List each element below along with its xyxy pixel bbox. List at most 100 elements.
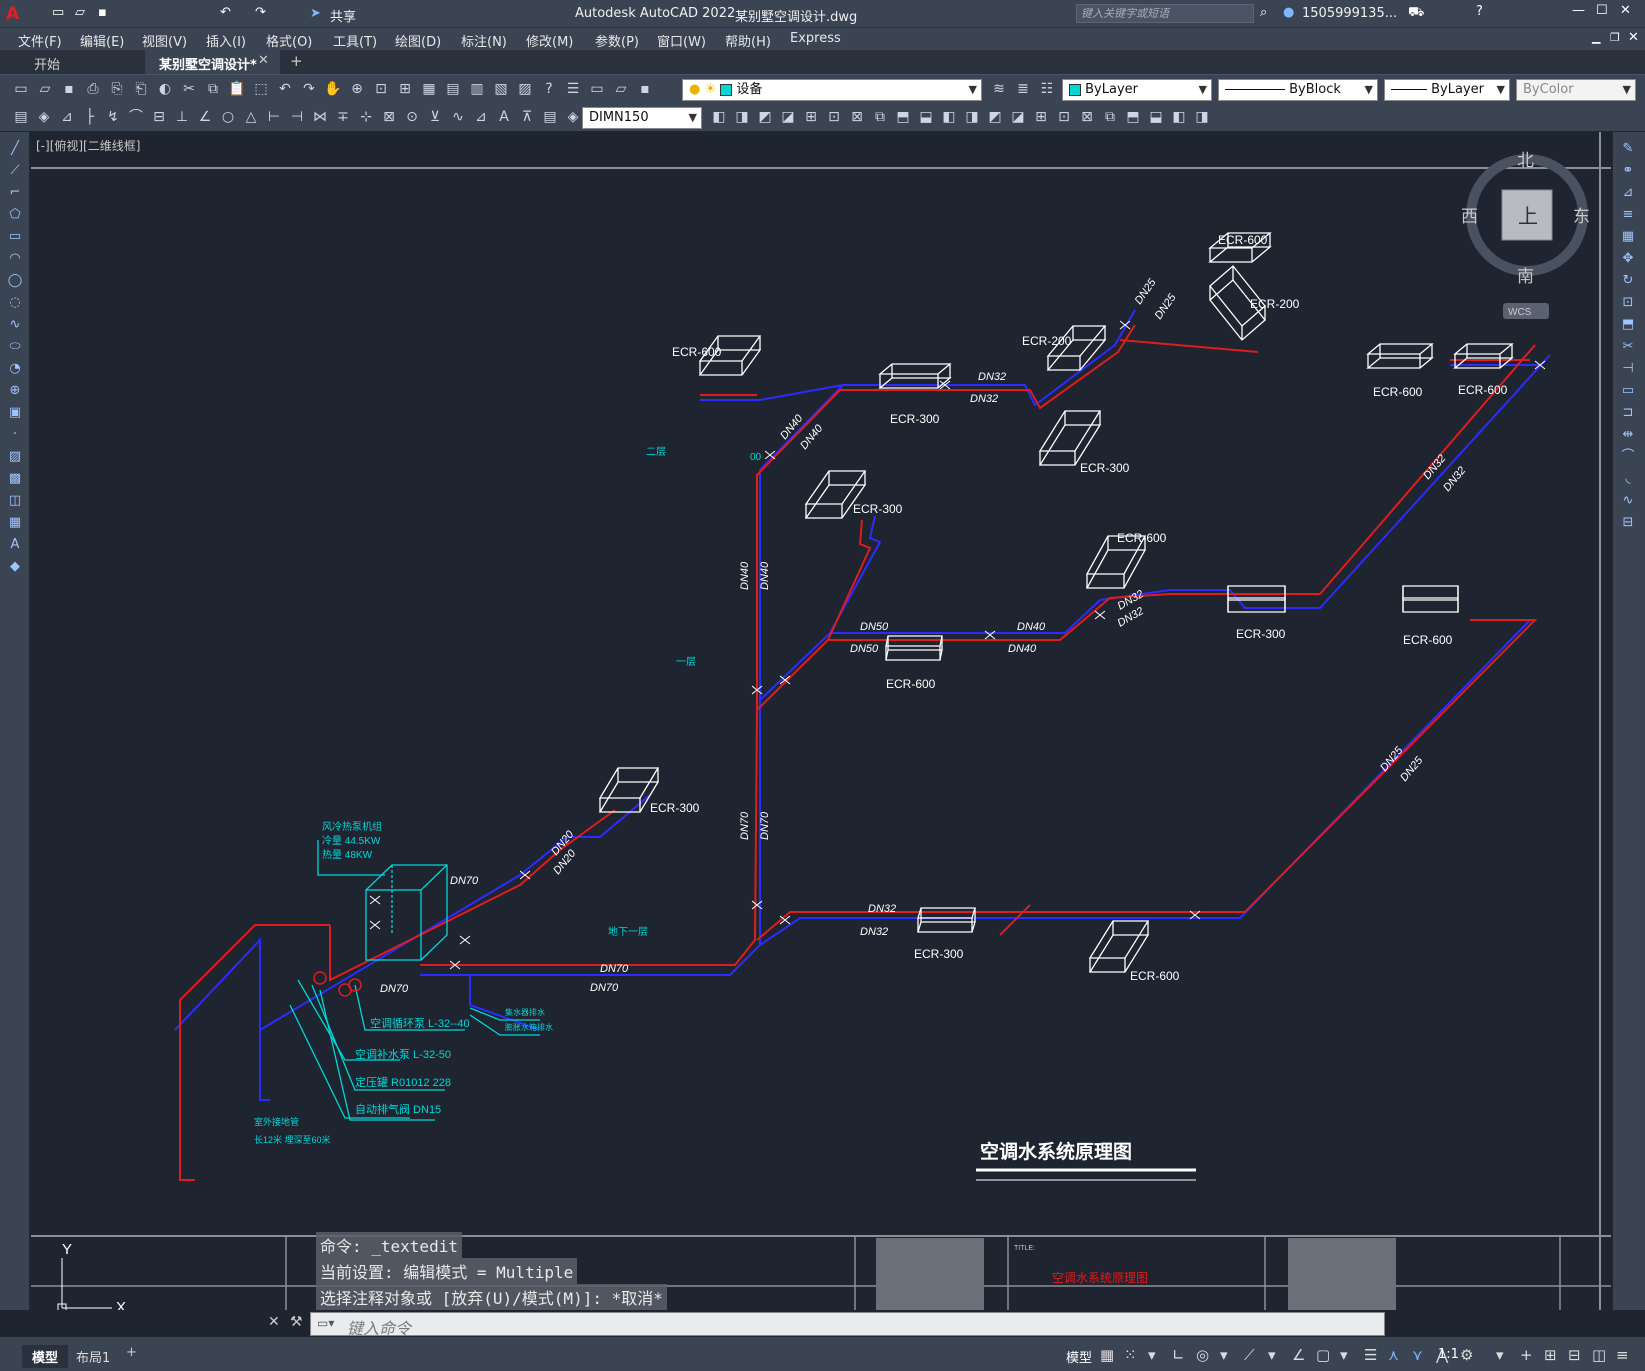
new-tab-button[interactable]: + [290, 52, 303, 70]
status-toggle-16-icon[interactable]: ▾ [1496, 1346, 1504, 1364]
linetype-dropdown[interactable]: ByBlock ▼ [1218, 79, 1378, 101]
menu-help[interactable]: 帮助(H) [725, 31, 771, 50]
draw-tool-16-icon[interactable]: ◫ [6, 492, 24, 510]
status-toggle-3-icon[interactable]: ∟ [1172, 1346, 1185, 1364]
menu-format[interactable]: 格式(O) [266, 31, 312, 50]
toolbar2b-21-icon[interactable]: ◨ [1193, 108, 1211, 126]
menu-draw[interactable]: 绘图(D) [395, 31, 441, 50]
draw-tool-6-icon[interactable]: ◯ [6, 272, 24, 290]
toolbar2b-18-icon[interactable]: ⬒ [1124, 108, 1142, 126]
tab-start[interactable]: 开始 [20, 50, 74, 74]
modify-tool-4-icon[interactable]: ▦ [1619, 228, 1637, 246]
modify-tool-3-icon[interactable]: ≡ [1619, 206, 1637, 224]
status-toggle-5-icon[interactable]: ▾ [1220, 1346, 1228, 1364]
modify-tool-16-icon[interactable]: ∿ [1619, 492, 1637, 510]
toolbar2-7-icon[interactable]: ⊥ [173, 108, 191, 126]
help-icon[interactable]: ? [1476, 4, 1483, 19]
tab-close-icon[interactable]: ✕ [258, 53, 269, 68]
toolbar1-4-icon[interactable]: ⎘ [108, 80, 126, 98]
toolbar2b-0-icon[interactable]: ◧ [710, 108, 728, 126]
modify-tool-7-icon[interactable]: ⊡ [1619, 294, 1637, 312]
status-toggle-15-icon[interactable]: ⚙ [1460, 1346, 1473, 1364]
draw-tool-13-icon[interactable]: · [6, 426, 24, 444]
doc-minimize-button[interactable]: ▁ [1592, 31, 1600, 44]
share-icon[interactable]: ➤ [310, 6, 321, 21]
toolbar1b-1-icon[interactable]: ≣ [1014, 80, 1032, 98]
viewcube-west[interactable]: 西 [1461, 207, 1478, 226]
modify-tool-10-icon[interactable]: ⊣ [1619, 360, 1637, 378]
command-prompt-icon[interactable]: ▭▾ [317, 1316, 334, 1330]
status-toggle-2-icon[interactable]: ▾ [1148, 1346, 1156, 1364]
menu-file[interactable]: 文件(F) [18, 31, 62, 50]
toolbar2-9-icon[interactable]: ○ [219, 108, 237, 126]
toolbar2b-1-icon[interactable]: ◨ [733, 108, 751, 126]
toolbar2-4-icon[interactable]: ↯ [104, 108, 122, 126]
toolbar2-23-icon[interactable]: ▤ [541, 108, 559, 126]
toolbar2b-9-icon[interactable]: ⬓ [917, 108, 935, 126]
tab-layout1[interactable]: 布局1 [66, 1345, 120, 1368]
toolbar1-23-icon[interactable]: ☰ [564, 80, 582, 98]
toolbar1-16-icon[interactable]: ⊞ [396, 80, 414, 98]
dimstyle-dropdown[interactable]: DIMN150 ▼ [582, 107, 702, 129]
plotstyle-dropdown[interactable]: ByColor ▼ [1516, 79, 1636, 101]
annotation-scale[interactable]: 1:1 [1438, 1347, 1459, 1362]
draw-tool-12-icon[interactable]: ▣ [6, 404, 24, 422]
toolbar2-1-icon[interactable]: ◈ [35, 108, 53, 126]
viewcube-north[interactable]: 北 [1517, 151, 1534, 170]
toolbar2-14-icon[interactable]: ∓ [334, 108, 352, 126]
search-box[interactable]: 键入关键字或短语 [1076, 4, 1254, 23]
toolbar2b-14-icon[interactable]: ⊞ [1032, 108, 1050, 126]
status-toggle-4-icon[interactable]: ◎ [1196, 1346, 1209, 1364]
color-dropdown[interactable]: ByLayer ▼ [1062, 79, 1212, 101]
toolbar1-17-icon[interactable]: ▦ [420, 80, 438, 98]
modify-tool-6-icon[interactable]: ↻ [1619, 272, 1637, 290]
toolbar1b-0-icon[interactable]: ≋ [990, 80, 1008, 98]
viewcube-east[interactable]: 东 [1573, 207, 1590, 226]
toolbar1-11-icon[interactable]: ↶ [276, 80, 294, 98]
status-toggle-17-icon[interactable]: + [1520, 1346, 1533, 1364]
status-toggle-13-icon[interactable]: ⋎ [1412, 1346, 1423, 1364]
toolbar2-2-icon[interactable]: ⊿ [58, 108, 76, 126]
menu-dimension[interactable]: 标注(N) [461, 31, 507, 50]
toolbar2-12-icon[interactable]: ⊣ [288, 108, 306, 126]
toolbar1-5-icon[interactable]: ⎗ [132, 80, 150, 98]
draw-tool-11-icon[interactable]: ⊕ [6, 382, 24, 400]
modify-tool-12-icon[interactable]: ⊐ [1619, 404, 1637, 422]
modify-tool-5-icon[interactable]: ✥ [1619, 250, 1637, 268]
toolbar1-21-icon[interactable]: ▨ [516, 80, 534, 98]
menu-view[interactable]: 视图(V) [142, 31, 187, 50]
toolbar1-18-icon[interactable]: ▤ [444, 80, 462, 98]
status-toggle-0-icon[interactable]: ▦ [1100, 1346, 1114, 1364]
toolbar2b-7-icon[interactable]: ⧉ [871, 108, 889, 126]
draw-tool-3-icon[interactable]: ⬠ [6, 206, 24, 224]
draw-tool-8-icon[interactable]: ∿ [6, 316, 24, 334]
menu-insert[interactable]: 插入(I) [206, 31, 246, 50]
search-icon[interactable]: ⌕ [1260, 5, 1267, 20]
toolbar2b-4-icon[interactable]: ⊞ [802, 108, 820, 126]
draw-tool-1-icon[interactable]: ⟋ [6, 162, 24, 180]
toolbar2b-2-icon[interactable]: ◩ [756, 108, 774, 126]
model-space-button[interactable]: 模型 [1066, 1347, 1092, 1366]
draw-tool-10-icon[interactable]: ◔ [6, 360, 24, 378]
draw-tool-9-icon[interactable]: ⬭ [6, 338, 24, 356]
toolbar1-19-icon[interactable]: ▥ [468, 80, 486, 98]
viewport-controls[interactable]: [-][俯视][二维线框] [36, 137, 140, 154]
toolbar1-12-icon[interactable]: ↷ [300, 80, 318, 98]
toolbar1-10-icon[interactable]: ⬚ [252, 80, 270, 98]
toolbar2-18-icon[interactable]: ⊻ [426, 108, 444, 126]
toolbar2-24-icon[interactable]: ◈ [564, 108, 582, 126]
toolbar1-7-icon[interactable]: ✂ [180, 80, 198, 98]
modify-tool-15-icon[interactable]: ◟ [1619, 470, 1637, 488]
lineweight-dropdown[interactable]: ByLayer ▼ [1384, 79, 1510, 101]
menu-window[interactable]: 窗口(W) [657, 31, 706, 50]
user-name[interactable]: 1505999135... [1302, 6, 1397, 21]
toolbar2b-11-icon[interactable]: ◨ [963, 108, 981, 126]
toolbar1-8-icon[interactable]: ⧉ [204, 80, 222, 98]
menu-tools[interactable]: 工具(T) [333, 31, 377, 50]
status-toggle-1-icon[interactable]: ⁙ [1124, 1346, 1137, 1364]
menu-edit[interactable]: 编辑(E) [80, 31, 124, 50]
command-close-icon[interactable]: ✕ [268, 1314, 280, 1330]
toolbar1-1-icon[interactable]: ▱ [36, 80, 54, 98]
toolbar2-17-icon[interactable]: ⊙ [403, 108, 421, 126]
status-toggle-20-icon[interactable]: ◫ [1592, 1346, 1606, 1364]
